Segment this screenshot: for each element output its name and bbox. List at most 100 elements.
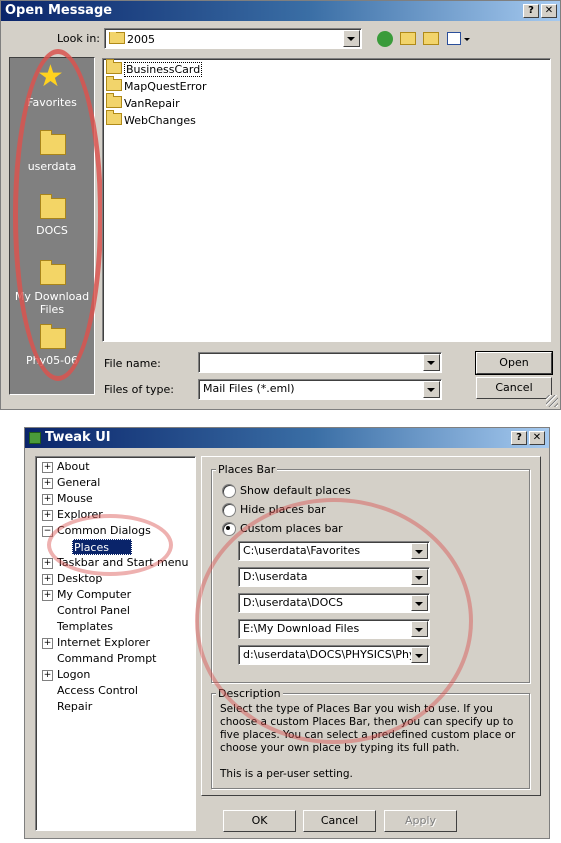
look-in-combo[interactable]: 2005	[104, 28, 362, 49]
help-button[interactable]: ?	[511, 431, 527, 445]
file-name: BusinessCard	[124, 62, 203, 77]
tree-item-explorer[interactable]: + Explorer	[42, 507, 192, 523]
places-item-my-download-files[interactable]: My Download Files	[10, 258, 94, 318]
tree-item-mouse[interactable]: + Mouse	[42, 491, 192, 507]
chevron-down-icon[interactable]	[411, 621, 428, 637]
custom-place-3-select[interactable]: D:\userdata\DOCS	[238, 593, 430, 613]
open-dialog-title: Open Message	[5, 3, 113, 18]
expand-icon[interactable]: +	[42, 638, 53, 649]
collapse-icon[interactable]: −	[42, 526, 53, 537]
places-item-phy05-06[interactable]: Phy05-06	[10, 322, 94, 370]
tree-item-my-computer[interactable]: + My Computer	[42, 587, 192, 603]
folder-icon	[106, 59, 122, 74]
custom-place-4-select[interactable]: E:\My Download Files	[238, 619, 430, 639]
folder-icon	[106, 110, 122, 125]
radio-hide-places[interactable]: Hide places bar	[222, 502, 402, 518]
chevron-down-icon[interactable]	[411, 543, 428, 559]
folder-icon	[40, 194, 66, 219]
list-item[interactable]: BusinessCard	[106, 59, 203, 77]
list-item[interactable]: WebChanges	[106, 110, 196, 127]
radio-button[interactable]	[222, 503, 236, 517]
expand-icon[interactable]: +	[42, 510, 53, 521]
expand-icon[interactable]: +	[42, 574, 53, 585]
folder-icon	[106, 93, 122, 108]
chevron-down-icon[interactable]	[411, 595, 428, 611]
help-button[interactable]: ?	[523, 4, 539, 18]
expand-icon[interactable]: +	[42, 478, 53, 489]
expand-icon[interactable]: +	[42, 558, 53, 569]
places-item-userdata[interactable]: userdata	[10, 128, 94, 176]
custom-place-2-select[interactable]: D:\userdata	[238, 567, 430, 587]
files-of-type-label: Files of type:	[104, 383, 175, 396]
folder-icon	[109, 32, 125, 44]
places-item-favorites[interactable]: ★ Favorites	[10, 62, 94, 114]
expand-icon[interactable]: +	[42, 590, 53, 601]
resize-grip-icon[interactable]	[546, 395, 558, 407]
files-of-type-select[interactable]: Mail Files (*.eml)	[198, 379, 442, 400]
radio-button[interactable]	[222, 522, 236, 536]
tree-item-internet-explorer[interactable]: + Internet Explorer	[42, 635, 192, 651]
tree-item-general[interactable]: + General	[42, 475, 192, 491]
back-icon[interactable]	[377, 31, 393, 47]
look-in-value: 2005	[127, 33, 155, 46]
chevron-down-icon[interactable]	[411, 647, 428, 663]
radio-custom-places[interactable]: Custom places bar	[222, 521, 402, 537]
view-menu-icon[interactable]	[447, 32, 461, 45]
apply-button[interactable]: Apply	[384, 810, 457, 832]
new-folder-icon[interactable]	[423, 32, 439, 45]
tree-item-logon[interactable]: + Logon	[42, 667, 192, 683]
chevron-down-icon[interactable]	[423, 354, 440, 371]
custom-place-1-select[interactable]: C:\userdata\Favorites	[238, 541, 430, 561]
places-item-label: Favorites	[27, 96, 77, 109]
up-folder-icon[interactable]	[400, 32, 416, 45]
places-item-docs[interactable]: DOCS	[10, 192, 94, 240]
tree-item-places-bar[interactable]: Places Bar	[72, 539, 132, 567]
list-item[interactable]: MapQuestError	[106, 76, 207, 93]
file-name-input[interactable]	[198, 352, 442, 373]
expand-icon[interactable]: +	[42, 462, 53, 473]
description-note: This is a per-user setting.	[220, 768, 353, 780]
tree-item-templates[interactable]: Templates	[42, 619, 192, 635]
radio-button[interactable]	[222, 484, 236, 498]
tweak-ui-dialog: Tweak UI ? ✕ + About + General + Mouse + Exp…	[24, 427, 550, 839]
tree-item-about[interactable]: + About	[42, 459, 192, 475]
tweak-dialog-title: Tweak UI	[45, 430, 111, 445]
open-message-dialog: Open Message ? ✕ Look in: 2005 ★ Favorit…	[0, 0, 561, 410]
tree-item-access-control[interactable]: Access Control	[42, 683, 192, 699]
cancel-button[interactable]: Cancel	[476, 377, 552, 399]
tree-item-command-prompt[interactable]: Command Prompt	[42, 651, 192, 667]
radio-label: Hide places bar	[240, 503, 326, 516]
file-name-label: File name:	[104, 357, 161, 370]
folder-icon	[106, 76, 122, 91]
file-list[interactable]: BusinessCard MapQuestError VanRepair Web…	[102, 58, 551, 342]
ok-button[interactable]: OK	[223, 810, 296, 832]
tree-item-repair[interactable]: Repair	[42, 699, 192, 715]
open-button[interactable]: Open	[475, 351, 553, 375]
tweak-ui-icon	[29, 432, 41, 444]
custom-place-5-select[interactable]: d:\userdata\DOCS\PHYSICS\Phy05-06	[238, 645, 430, 665]
expand-icon[interactable]: +	[42, 670, 53, 681]
files-of-type-value: Mail Files (*.eml)	[203, 382, 295, 395]
list-item[interactable]: VanRepair	[106, 93, 180, 110]
radio-show-default[interactable]: Show default places	[222, 483, 402, 499]
tree-item-common-dialogs[interactable]: − Common Dialogs	[42, 523, 192, 539]
file-name: MapQuestError	[124, 80, 207, 93]
places-item-label: userdata	[27, 160, 77, 173]
cancel-button[interactable]: Cancel	[303, 810, 376, 832]
close-button[interactable]: ✕	[541, 4, 557, 18]
settings-panel: Places Bar Show default places Hide plac…	[201, 456, 541, 796]
places-item-label: My Download Files	[14, 290, 90, 316]
tree-item-desktop[interactable]: + Desktop	[42, 571, 192, 587]
expand-icon[interactable]: +	[42, 494, 53, 505]
tree-item-taskbar-start-menu[interactable]: + Taskbar and Start menu	[42, 555, 192, 571]
tree-item-control-panel[interactable]: Control Panel	[42, 603, 192, 619]
view-dropdown-arrow-icon[interactable]	[464, 38, 470, 41]
close-button[interactable]: ✕	[529, 431, 545, 445]
description-text: Select the type of Places Bar you wish t…	[220, 703, 516, 754]
chevron-down-icon[interactable]	[411, 569, 428, 585]
places-item-label: Phy05-06	[25, 354, 79, 367]
settings-tree[interactable]: + About + General + Mouse + Explorer − Common…	[35, 456, 196, 831]
chevron-down-icon[interactable]	[343, 30, 360, 47]
folder-icon	[40, 324, 66, 349]
chevron-down-icon[interactable]	[423, 381, 440, 398]
